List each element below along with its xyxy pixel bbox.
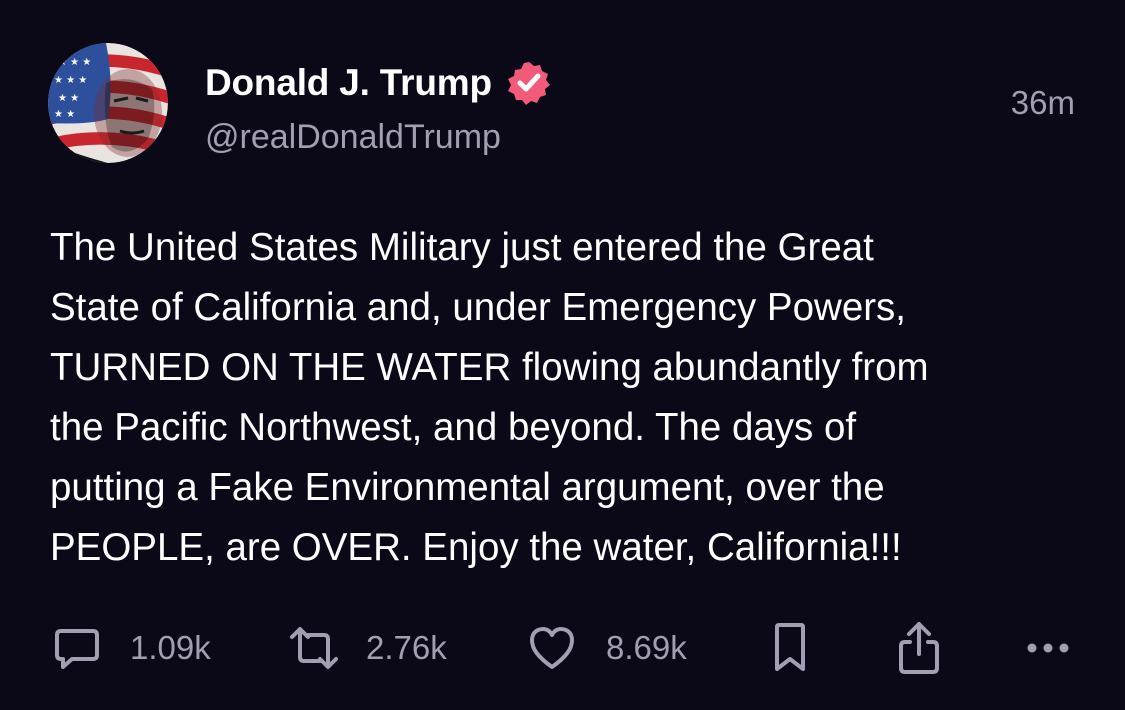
bookmark-button[interactable] [772,618,808,678]
author-name-row: Donald J. Trump [205,58,552,108]
flag-portrait-avatar-icon: ★ ★ ★ ★ ★ ★ ★ ★ ★ ★ [48,43,168,163]
reply-button[interactable]: 1.09k [52,618,211,678]
like-count: 8.69k [606,629,687,666]
more-options-button[interactable] [1026,618,1070,678]
repost-icon [286,623,342,673]
verified-badge-icon [506,60,552,106]
author-handle[interactable]: @realDonaldTrump [205,118,501,157]
post-timestamp[interactable]: 36m [1011,84,1075,122]
post-card: ★ ★ ★ ★ ★ ★ ★ ★ ★ ★ Donald J. Trump @rea… [0,0,1125,710]
share-icon [896,620,942,676]
svg-text:★ ★: ★ ★ [58,93,79,104]
share-button[interactable] [896,618,942,678]
bookmark-icon [772,621,808,675]
svg-text:★ ★ ★: ★ ★ ★ [54,75,87,86]
post-actions-bar: 1.09k 2.76k 8.69k [50,618,1080,678]
author-display-name[interactable]: Donald J. Trump [205,62,492,104]
like-button[interactable]: 8.69k [528,618,687,678]
svg-text:★ ★ ★: ★ ★ ★ [58,57,91,68]
author-avatar[interactable]: ★ ★ ★ ★ ★ ★ ★ ★ ★ ★ [48,43,168,163]
repost-button[interactable]: 2.76k [286,618,447,678]
reply-count: 1.09k [130,629,211,666]
comment-icon [52,623,102,673]
post-body-text: The United States Military just entered … [50,226,929,569]
more-icon [1026,641,1070,655]
heart-icon [528,625,576,671]
repost-count: 2.76k [366,629,447,666]
svg-text:★ ★: ★ ★ [54,109,75,120]
